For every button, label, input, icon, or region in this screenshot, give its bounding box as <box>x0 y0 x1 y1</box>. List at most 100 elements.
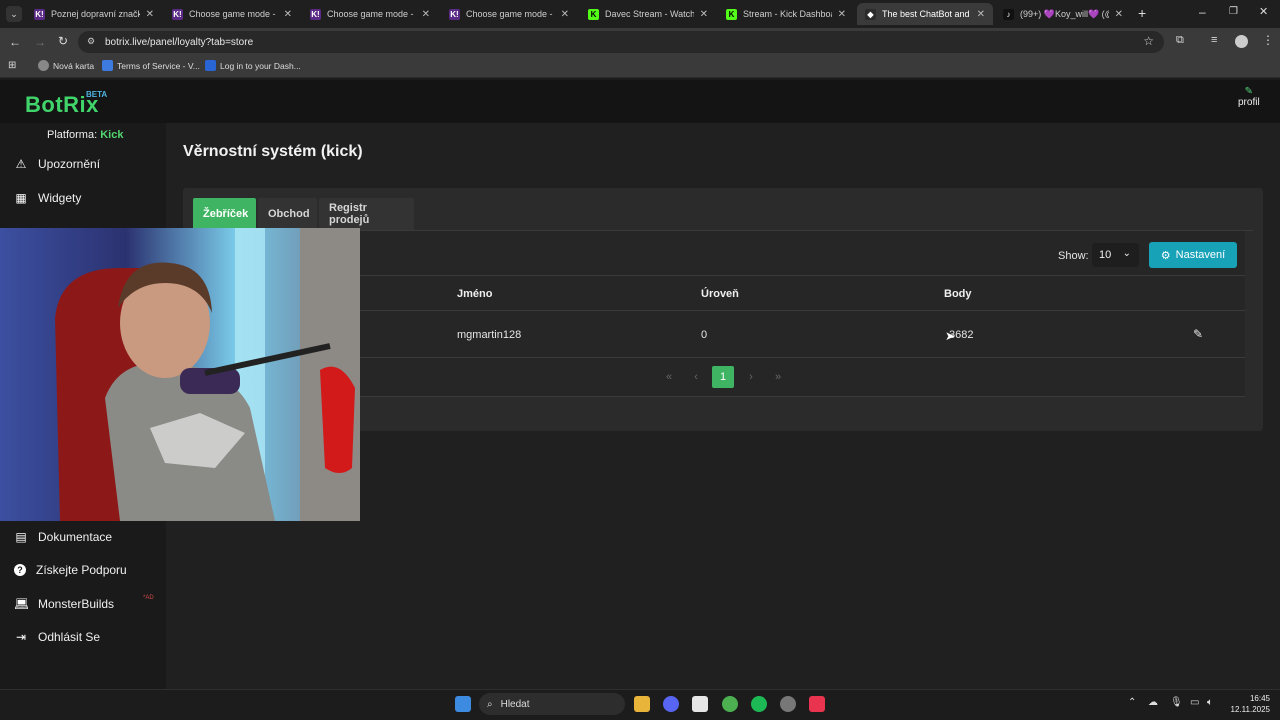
media-icon[interactable]: ≡ <box>1211 34 1217 46</box>
column-header-name[interactable]: Jméno <box>457 288 492 300</box>
kick-icon: K <box>726 8 737 20</box>
tiktok-icon[interactable] <box>809 696 825 712</box>
globe-icon <box>38 60 49 71</box>
book-icon: ▤ <box>15 530 27 544</box>
sidebar-item-docs[interactable]: ▤ Dokumentace <box>14 530 112 544</box>
new-tab-icon[interactable]: + <box>1138 5 1146 21</box>
close-tab-icon[interactable]: ✕ <box>700 9 708 20</box>
taskbar-clock[interactable]: 16:45 12.11.2025 <box>1222 693 1270 715</box>
browser-tab-5[interactable]: KDavec Stream - Watch Live✕ <box>580 3 716 25</box>
close-tab-icon[interactable]: ✕ <box>284 9 292 20</box>
browser-tab-3[interactable]: K!Choose game mode - Kah✕ <box>302 3 438 25</box>
kick-icon: K <box>588 8 599 20</box>
sidebar-item-notifications[interactable]: ⚠ Upozornění <box>14 157 100 171</box>
close-tab-icon[interactable]: ✕ <box>977 9 985 20</box>
edit-icon[interactable]: ✎ <box>1193 327 1203 341</box>
bookmarks-bar: ⊞ Nová karta Terms of Service - V... Log… <box>0 56 1280 78</box>
browser-tab-6[interactable]: KStream - Kick Dashboard✕ <box>718 3 854 25</box>
show-label: Show: <box>1058 250 1089 262</box>
minimize-icon[interactable]: – <box>1199 5 1206 19</box>
pagination-prev[interactable]: ‹ <box>685 366 707 388</box>
browser-tab-7[interactable]: ◆The best ChatBot and Wi✕ <box>857 3 993 25</box>
bookmark-terms[interactable]: Terms of Service - V... <box>102 60 200 71</box>
apps-icon[interactable]: ⊞ <box>8 60 16 71</box>
logout-icon: ⇥ <box>15 630 27 644</box>
page-size-select[interactable]: 10 ⌄ <box>1092 243 1139 267</box>
page-title: Věrnostní systém (kick) <box>183 143 363 160</box>
app-icon-2[interactable] <box>780 696 796 712</box>
bookmark-star-icon[interactable]: ☆ <box>1143 34 1154 48</box>
bookmark-dashboard[interactable]: Log in to your Dash... <box>205 60 301 71</box>
profile-icon: ✎ <box>1244 86 1254 97</box>
extensions-icon[interactable]: ⧉ <box>1176 34 1184 47</box>
kahoot-icon: K! <box>449 8 460 20</box>
search-icon: ⌕ <box>487 698 493 710</box>
browser-tab-4[interactable]: K!Choose game mode - Kah✕ <box>441 3 577 25</box>
discord-icon[interactable] <box>663 696 679 712</box>
cloud-icon[interactable]: ☁ <box>1148 697 1158 708</box>
back-icon[interactable]: ← <box>9 35 21 49</box>
microphone-icon[interactable]: 🎙︎ <box>1170 697 1183 708</box>
webcam-image <box>0 228 360 521</box>
grid-icon: ▦ <box>15 191 27 205</box>
botrix-icon: ◆ <box>865 8 876 20</box>
sidebar-item-logout[interactable]: ⇥ Odhlásit Se <box>14 630 100 644</box>
dashboard-icon <box>205 60 216 71</box>
taskbar-search[interactable]: ⌕ Hledat <box>479 693 625 715</box>
site-info-icon[interactable]: ⚙ <box>87 36 95 47</box>
app-icon[interactable] <box>692 696 708 712</box>
chevron-up-icon[interactable]: ⌃ <box>1128 697 1136 708</box>
platform-indicator: Platforma: Kick <box>47 129 124 141</box>
close-tab-icon[interactable]: ✕ <box>146 9 154 20</box>
restore-icon[interactable]: ❐ <box>1229 6 1238 17</box>
sidebar-item-widgets[interactable]: ▦ Widgety <box>14 191 81 205</box>
browser-tab-1[interactable]: K!Poznej dopravní značky - ✕ <box>26 3 162 25</box>
tiktok-icon: ♪ <box>1003 8 1014 20</box>
tab-leaderboard[interactable]: Žebříček <box>193 198 256 230</box>
pagination-page-1[interactable]: 1 <box>712 366 734 388</box>
pagination-first[interactable]: « <box>658 366 680 388</box>
kahoot-icon: K! <box>34 8 45 20</box>
close-tab-icon[interactable]: ✕ <box>838 9 846 20</box>
close-tab-icon[interactable]: ✕ <box>422 9 430 20</box>
question-icon: ? <box>14 564 26 576</box>
browser-tab-bar: ⌄ K!Poznej dopravní značky - ✕ K!Choose … <box>0 0 1280 28</box>
address-bar-row: ← → ↻ ⚙ botrix.live/panel/loyalty?tab=st… <box>0 28 1280 56</box>
beta-badge: BETA <box>86 90 108 99</box>
close-tab-icon[interactable]: ✕ <box>561 9 569 20</box>
avatar[interactable] <box>1235 35 1248 48</box>
windows-start-icon[interactable] <box>455 696 471 712</box>
speaker-icon[interactable]: 🔈︎ <box>1207 697 1213 708</box>
profile-link[interactable]: ✎ profil <box>1238 86 1260 108</box>
menu-icon[interactable]: ⋮ <box>1262 33 1274 47</box>
ad-badge: *AD <box>143 595 154 601</box>
url-input[interactable]: ⚙ botrix.live/panel/loyalty?tab=store ☆ <box>78 31 1164 53</box>
file-explorer-icon[interactable] <box>634 696 650 712</box>
monitor-icon[interactable]: ▭ <box>1190 697 1199 708</box>
bookmark-new-tab[interactable]: Nová karta <box>38 60 94 71</box>
warning-icon: ⚠ <box>15 157 27 171</box>
sidebar-item-support[interactable]: ? Získejte Podporu <box>14 563 127 577</box>
forward-icon[interactable]: → <box>34 35 46 49</box>
tab-list-button[interactable]: ⌄ <box>6 6 22 22</box>
column-header-points[interactable]: Body <box>944 288 972 300</box>
tab-store[interactable]: Obchod <box>258 198 317 230</box>
browser-tab-8[interactable]: ♪(99+) 💜Koy_will💜 (@ko✕ <box>995 3 1131 25</box>
laptop-icon: 💻︎ <box>14 597 30 611</box>
chrome-icon[interactable] <box>722 696 738 712</box>
column-header-level[interactable]: Úroveň <box>701 288 739 300</box>
pagination-next[interactable]: › <box>740 366 762 388</box>
spotify-icon[interactable] <box>751 696 767 712</box>
settings-button[interactable]: ⚙ Nastavení <box>1149 242 1237 268</box>
v-logo-icon <box>102 60 113 71</box>
cell-level: 0 <box>701 329 708 341</box>
close-window-icon[interactable]: ✕ <box>1259 5 1268 18</box>
sidebar-item-monsterbuilds[interactable]: 💻︎ MonsterBuilds <box>14 597 114 611</box>
app-header <box>0 80 1280 123</box>
reload-icon[interactable]: ↻ <box>58 34 68 48</box>
pagination-last[interactable]: » <box>767 366 789 388</box>
tab-sales-register[interactable]: Registr prodejů <box>319 198 414 230</box>
browser-tab-2[interactable]: K!Choose game mode - Kah✕ <box>164 3 300 25</box>
mouse-cursor-icon: ➤ <box>945 329 956 343</box>
close-tab-icon[interactable]: ✕ <box>1115 9 1123 20</box>
